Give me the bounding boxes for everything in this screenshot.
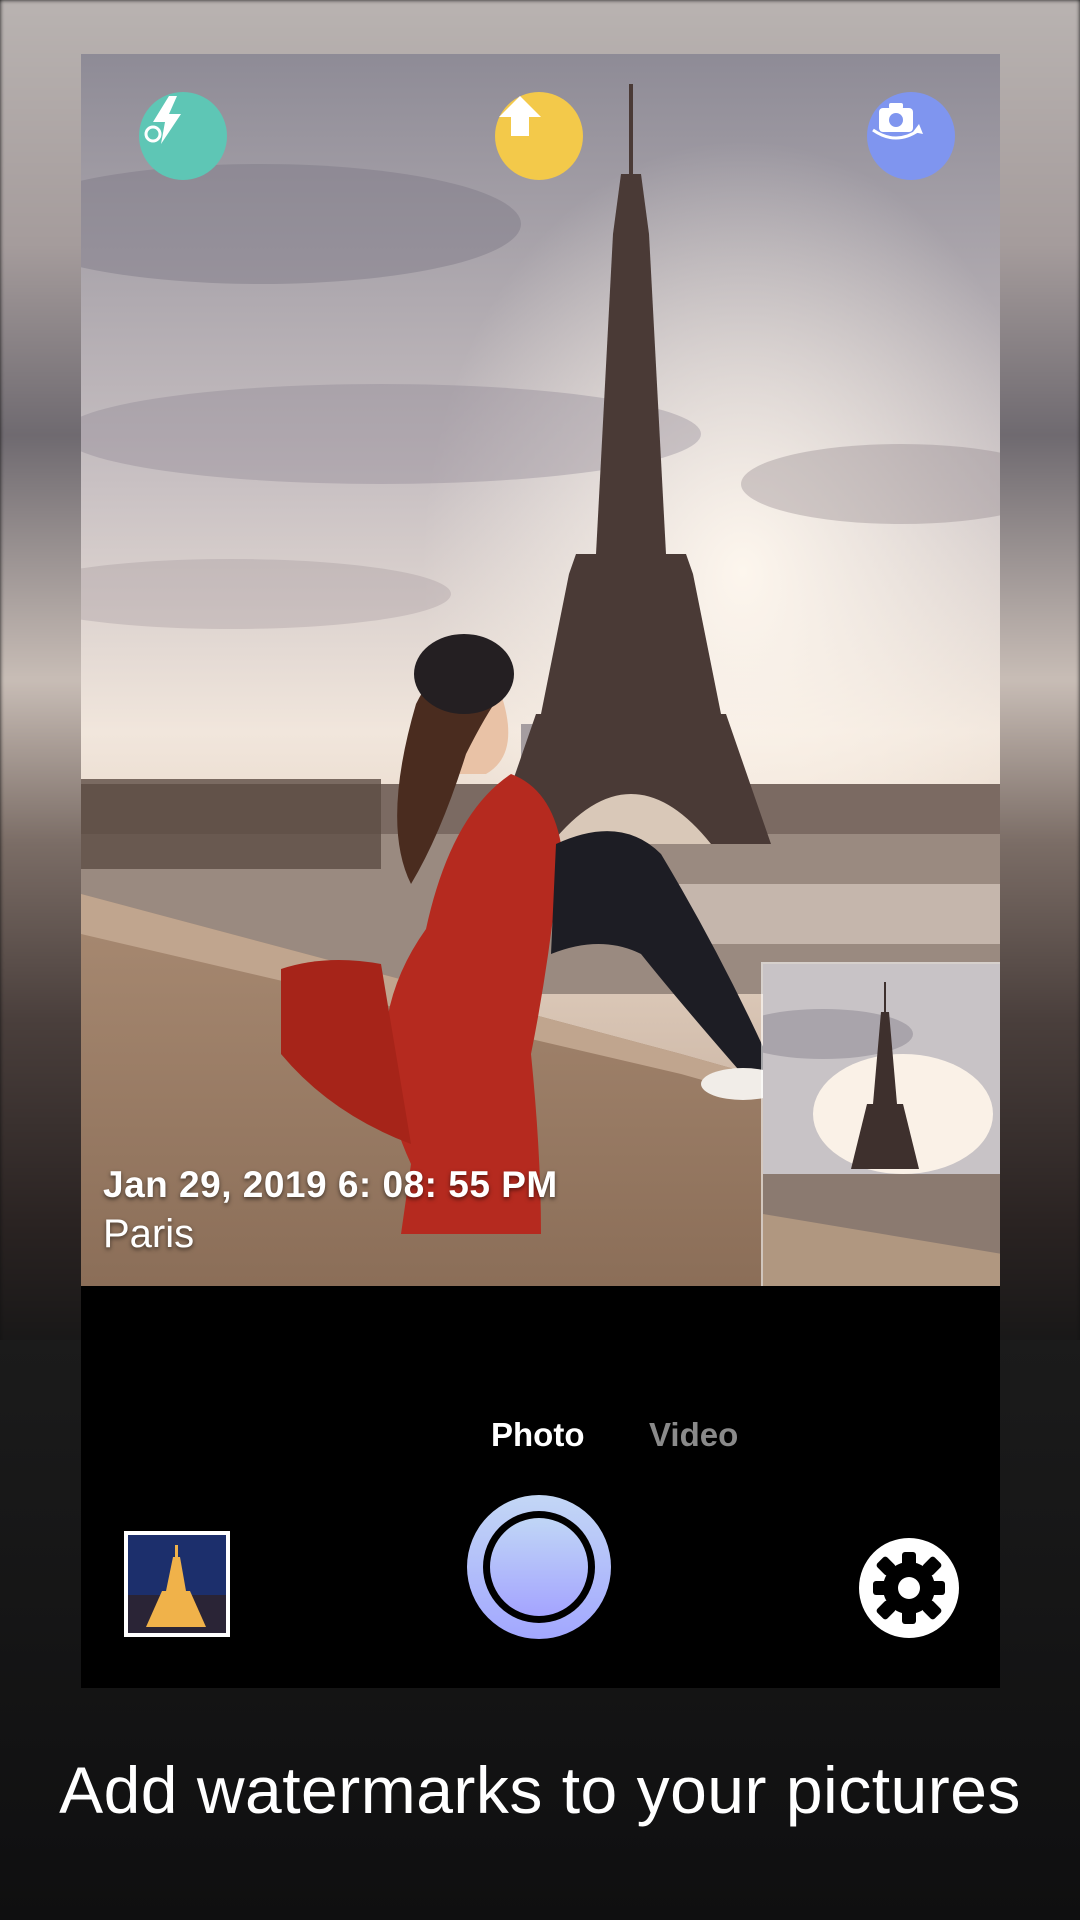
camera-screen: Jan 29, 2019 6: 08: 55 PM Paris Photo Vi… (81, 54, 1000, 1688)
gear-icon (859, 1538, 959, 1638)
watermark-stamp: Jan 29, 2019 6: 08: 55 PM Paris (103, 1164, 558, 1257)
gallery-thumbnail-image (128, 1535, 226, 1633)
watermark-datetime: Jan 29, 2019 6: 08: 55 PM (103, 1164, 558, 1205)
camera-controls: Photo Video (81, 1286, 1000, 1688)
auto-flash-icon (144, 96, 181, 144)
upload-arrow-icon (499, 96, 541, 136)
switch-camera-icon (872, 103, 923, 140)
auto-flash-button[interactable] (139, 92, 227, 180)
shutter-ring (483, 1511, 595, 1623)
mode-video-tab[interactable]: Video (649, 1416, 738, 1454)
upload-button[interactable] (495, 92, 583, 180)
picture-in-picture-preview[interactable] (761, 962, 1000, 1286)
promo-caption: Add watermarks to your pictures (59, 1753, 1021, 1827)
shutter-button[interactable] (467, 1495, 611, 1639)
mode-photo-tab[interactable]: Photo (491, 1416, 584, 1454)
gallery-thumbnail[interactable] (124, 1531, 230, 1637)
pip-scene (763, 964, 1000, 1286)
shutter-core (490, 1518, 588, 1616)
settings-button[interactable] (857, 1536, 961, 1640)
watermark-location: Paris (103, 1212, 195, 1256)
camera-viewfinder[interactable]: Jan 29, 2019 6: 08: 55 PM Paris (81, 54, 1000, 1286)
switch-camera-button[interactable] (867, 92, 955, 180)
